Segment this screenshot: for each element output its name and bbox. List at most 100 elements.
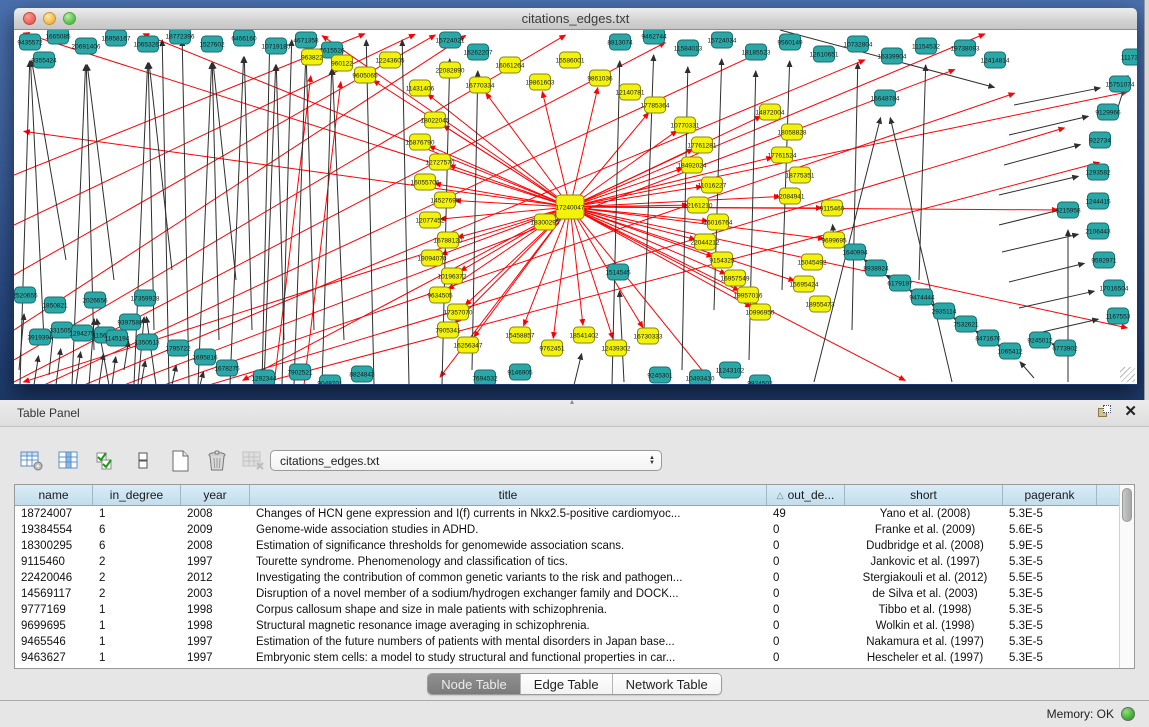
table-cell: Stergiakouli et al. (2012)	[845, 570, 1003, 586]
scrollbar-thumb[interactable]	[1122, 488, 1132, 522]
svg-text:9146905: 9146905	[507, 370, 533, 377]
svg-text:17240047: 17240047	[556, 205, 585, 212]
table-cell: Hescheler et al. (1997)	[845, 650, 1003, 666]
table-row[interactable]: 1938455462009Genome-wide association stu…	[15, 522, 1119, 538]
tab-node-table[interactable]: Node Table	[428, 674, 521, 694]
window-resize-grip[interactable]	[1120, 367, 1135, 382]
svg-text:7905341: 7905341	[435, 328, 461, 335]
table-cell: 9465546	[15, 634, 93, 650]
svg-text:1850821: 1850821	[42, 303, 68, 310]
svg-text:9048701: 9048701	[317, 381, 343, 385]
svg-text:1117304: 1117304	[1121, 55, 1137, 62]
svg-text:12414814: 12414814	[981, 58, 1010, 65]
checkboxes-icon	[95, 450, 117, 472]
table-scrollbar[interactable]	[1119, 485, 1134, 668]
svg-text:2026656: 2026656	[82, 298, 108, 305]
table-row[interactable]: 969969511998Structural magnetic resonanc…	[15, 618, 1119, 634]
table-row[interactable]: 946362711997Embryonic stem cells: a mode…	[15, 650, 1119, 666]
table-gear-icon	[20, 450, 44, 472]
svg-text:12084941: 12084941	[776, 194, 805, 201]
dropdown-stepper-icon: ▲▼	[643, 456, 661, 466]
row-height-button[interactable]	[129, 447, 157, 475]
svg-text:16788120: 16788120	[434, 238, 463, 245]
column-header-name[interactable]: name	[15, 485, 93, 505]
svg-text:14872004: 14872004	[756, 110, 785, 117]
table-cell: Jankovic et al. (1997)	[845, 554, 1003, 570]
svg-text:1294275: 1294275	[69, 331, 95, 338]
table-cell: 22420046	[15, 570, 93, 586]
table-cell: 1	[93, 602, 181, 618]
table-row[interactable]: 911546021997Tourette syndrome. Phenomeno…	[15, 554, 1119, 570]
svg-text:10719185: 10719185	[262, 44, 291, 51]
svg-text:9699695: 9699695	[821, 238, 847, 245]
svg-text:12161210: 12161210	[684, 203, 713, 210]
table-cell: 19384554	[15, 522, 93, 538]
show-columns-button[interactable]	[55, 447, 83, 475]
table-cell: Changes of HCN gene expression and I(f) …	[250, 506, 767, 522]
svg-text:15586001: 15586001	[556, 58, 585, 65]
svg-text:1292344: 1292344	[251, 376, 277, 383]
network-desktop: citations_edges.txt 94355721665085206914…	[0, 0, 1149, 400]
svg-text:16730333: 16730333	[634, 334, 663, 341]
svg-text:9634505: 9634505	[427, 293, 453, 300]
svg-text:1640994: 1640994	[842, 250, 868, 257]
column-header-out_de[interactable]: △out_de...	[767, 485, 845, 505]
network-window[interactable]: citations_edges.txt 94355721665085206914…	[14, 8, 1137, 385]
svg-text:19861603: 19861603	[526, 80, 555, 87]
svg-text:1527602: 1527602	[199, 42, 225, 49]
table-selector-dropdown[interactable]: citations_edges.txt ▲▼	[270, 450, 662, 471]
memory-ok-indicator[interactable]	[1121, 707, 1135, 721]
table-cell: 2	[93, 586, 181, 602]
svg-text:17761281: 17761281	[688, 143, 717, 150]
table-cell: Nakamura et al. (1997)	[845, 634, 1003, 650]
svg-text:16339904: 16339904	[878, 54, 907, 61]
citation-network-graph[interactable]: 9435572166508520691406169581671065326718…	[14, 30, 1137, 384]
svg-text:9824502: 9824502	[747, 381, 773, 385]
svg-text:9129966: 9129966	[1095, 110, 1121, 117]
splitter-handle-icon[interactable]: ▴	[570, 397, 574, 406]
column-header-short[interactable]: short	[845, 485, 1003, 505]
table-row[interactable]: 946554611997Estimation of the future num…	[15, 634, 1119, 650]
table-cell: Yano et al. (2008)	[845, 506, 1003, 522]
column-header-pagerank[interactable]: pagerank	[1003, 485, 1097, 505]
close-window-button[interactable]	[23, 12, 36, 25]
table-row[interactable]: 2242004622012Investigating the contribut…	[15, 570, 1119, 586]
select-columns-button[interactable]	[92, 447, 120, 475]
minimize-window-button[interactable]	[43, 12, 56, 25]
close-panel-icon[interactable]: ✕	[1124, 405, 1137, 419]
network-canvas[interactable]: 9435572166508520691406169581671065326718…	[14, 30, 1137, 384]
table-row[interactable]: 977716911998Corpus callosum shape and si…	[15, 602, 1119, 618]
table-mode-button[interactable]	[18, 447, 46, 475]
table-selector-value: citations_edges.txt	[271, 454, 643, 468]
delete-column-button[interactable]	[203, 447, 231, 475]
column-header-year[interactable]: year	[181, 485, 250, 505]
table-row[interactable]: 1872400712008Changes of HCN gene express…	[15, 506, 1119, 522]
table-cell: Investigating the contribution of common…	[250, 570, 767, 586]
table-cell: 2003	[181, 586, 250, 602]
svg-text:963822: 963822	[301, 55, 323, 62]
table-cell: 1	[93, 506, 181, 522]
float-panel-icon[interactable]	[1098, 405, 1112, 419]
window-titlebar[interactable]: citations_edges.txt	[14, 8, 1137, 30]
svg-text:18022045: 18022045	[421, 118, 450, 125]
svg-text:22044212: 22044212	[691, 240, 720, 247]
svg-text:6773902: 6773902	[1052, 346, 1078, 353]
tab-edge-table[interactable]: Edge Table	[521, 674, 613, 694]
column-header-title[interactable]: title	[250, 485, 767, 505]
table-cell: 5.6E-5	[1003, 522, 1097, 538]
svg-text:10196372: 10196372	[438, 274, 467, 281]
svg-text:1795722: 1795722	[165, 346, 191, 353]
svg-text:1167553: 1167553	[1106, 314, 1131, 321]
zoom-window-button[interactable]	[63, 12, 76, 25]
svg-text:11431406: 11431406	[406, 86, 435, 93]
delete-table-button[interactable]	[240, 447, 268, 475]
table-row[interactable]: 1830029562008Estimation of significance …	[15, 538, 1119, 554]
svg-text:10493410: 10493410	[686, 376, 715, 383]
svg-text:12610651: 12610651	[810, 52, 839, 59]
svg-text:11584013: 11584013	[674, 46, 703, 53]
create-column-button[interactable]	[166, 447, 194, 475]
column-header-in_degree[interactable]: in_degree	[93, 485, 181, 505]
svg-text:7694532: 7694532	[472, 376, 498, 383]
tab-network-table[interactable]: Network Table	[613, 674, 721, 694]
table-row[interactable]: 1456911722003Disruption of a novel membe…	[15, 586, 1119, 602]
